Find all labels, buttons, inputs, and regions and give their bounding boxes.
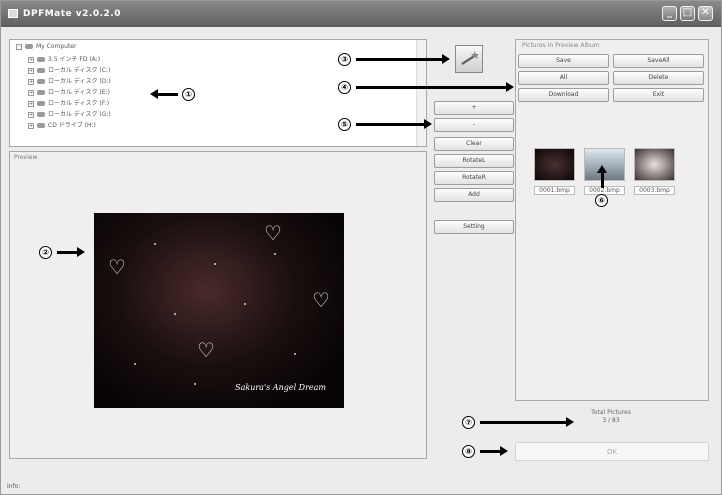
arrow-icon	[356, 82, 514, 92]
close-icon[interactable]: ✕	[698, 6, 713, 21]
callout-8: ⑧	[462, 445, 475, 458]
heart-shape: ♡	[264, 221, 282, 245]
app-window: DPFMate v2.0.2.0 _ □ ✕ - My Computer +3.5…	[0, 0, 722, 495]
tree-item-drive[interactable]: + CD ドライブ (H:)	[28, 120, 96, 129]
disk-icon	[37, 68, 45, 73]
callout-3: ③	[338, 53, 351, 66]
sparkle	[154, 243, 156, 245]
save-button[interactable]: Save	[518, 54, 609, 68]
thumbnail-name[interactable]: 0001.bmp	[534, 186, 575, 195]
total-pictures: Total Pictures 3 / 83	[561, 409, 661, 425]
tree-item-drive[interactable]: +3.5 インチ FD (A:)	[28, 54, 100, 63]
status-bar: Info:	[7, 483, 21, 490]
callout-6: ⑥	[595, 194, 608, 207]
expand-icon[interactable]: +	[28, 56, 34, 63]
preview-label: Preview	[14, 154, 38, 161]
tree-item-drive[interactable]: + ローカル ディスク (D:)	[28, 76, 111, 85]
computer-icon	[25, 44, 33, 49]
heart-shape: ♡	[197, 338, 215, 362]
arrow-icon	[480, 417, 574, 427]
disk-icon	[37, 101, 45, 106]
thumbnail-name[interactable]: 0002.bmp	[584, 186, 625, 195]
callout-5: ⑤	[338, 118, 351, 131]
sparkle	[134, 363, 136, 365]
arrow-icon	[57, 247, 85, 257]
collapse-icon[interactable]: -	[16, 43, 22, 50]
exit-button[interactable]: Exit	[613, 88, 704, 102]
window-title: DPFMate v2.0.2.0	[23, 9, 121, 19]
heart-shape: ♡	[108, 255, 126, 279]
tree-item-my-computer[interactable]: - My Computer	[16, 43, 76, 52]
thumbnail-image[interactable]	[634, 148, 675, 181]
photo-signature: Sakura's Angel Dream	[235, 383, 326, 392]
arrow-icon	[356, 119, 432, 129]
download-button[interactable]: Download	[518, 88, 609, 102]
sparkle	[294, 353, 296, 355]
delete-button[interactable]: Delete	[613, 71, 704, 85]
callout-7: ⑦	[462, 416, 475, 429]
expand-icon[interactable]: +	[28, 78, 34, 85]
disk-icon	[37, 112, 45, 117]
thumbnail-name[interactable]: 0003.bmp	[634, 186, 675, 195]
add-button[interactable]: Add	[434, 188, 514, 202]
expand-icon[interactable]: +	[28, 122, 34, 129]
app-icon	[8, 9, 18, 18]
arrow-icon	[150, 89, 178, 99]
preview-image: ♡ ♡ ♡ ♡ Sakura's Angel Dream	[94, 213, 344, 408]
expand-icon[interactable]: +	[28, 67, 34, 74]
tree-scrollbar[interactable]	[416, 40, 426, 146]
sparkle	[244, 303, 246, 305]
setting-button[interactable]: Setting	[434, 220, 514, 234]
rotate-left-button[interactable]: RotateL	[434, 154, 514, 168]
arrow-icon	[480, 446, 508, 456]
maximize-icon[interactable]: □	[680, 6, 695, 21]
zoom-in-button[interactable]: +	[434, 101, 514, 115]
magic-wand-button[interactable]	[455, 45, 483, 73]
album-label: Pictures In Preview Album	[522, 42, 600, 49]
tree-item-drive[interactable]: + ローカル ディスク (E:)	[28, 87, 110, 96]
disk-icon	[37, 90, 45, 95]
floppy-icon	[37, 57, 45, 62]
folder-tree[interactable]: - My Computer +3.5 インチ FD (A:) + ローカル ディスク…	[9, 39, 427, 147]
magic-wand-icon	[461, 51, 479, 66]
minimize-icon[interactable]: _	[662, 6, 677, 21]
total-pictures-value: 3 / 83	[602, 417, 620, 424]
callout-4: ④	[338, 81, 351, 94]
expand-icon[interactable]: +	[28, 100, 34, 107]
callout-2: ②	[39, 246, 52, 259]
expand-icon[interactable]: +	[28, 89, 34, 96]
callout-1: ①	[182, 88, 195, 101]
arrow-icon	[597, 165, 607, 188]
rotate-right-button[interactable]: RotateR	[434, 171, 514, 185]
tree-item-drive[interactable]: + ローカル ディスク (F:)	[28, 98, 109, 107]
save-all-button[interactable]: SaveAll	[613, 54, 704, 68]
sparkle	[174, 313, 176, 315]
tree-item-drive[interactable]: + ローカル ディスク (G:)	[28, 109, 111, 118]
disk-icon	[37, 79, 45, 84]
select-all-button[interactable]: All	[518, 71, 609, 85]
ok-button[interactable]: OK	[515, 442, 709, 461]
title-bar[interactable]: DPFMate v2.0.2.0 _ □ ✕	[1, 1, 721, 27]
sparkle	[274, 253, 276, 255]
tree-item-drive[interactable]: + ローカル ディスク (C:)	[28, 65, 110, 74]
sparkle	[194, 383, 196, 385]
sparkle	[214, 263, 216, 265]
total-pictures-label: Total Pictures	[591, 409, 631, 416]
cd-icon	[37, 123, 45, 128]
heart-shape: ♡	[312, 288, 330, 312]
clear-button[interactable]: Clear	[434, 137, 514, 151]
arrow-icon	[356, 54, 450, 64]
expand-icon[interactable]: +	[28, 111, 34, 118]
zoom-out-button[interactable]: -	[434, 118, 514, 132]
thumbnail-image[interactable]	[534, 148, 575, 181]
